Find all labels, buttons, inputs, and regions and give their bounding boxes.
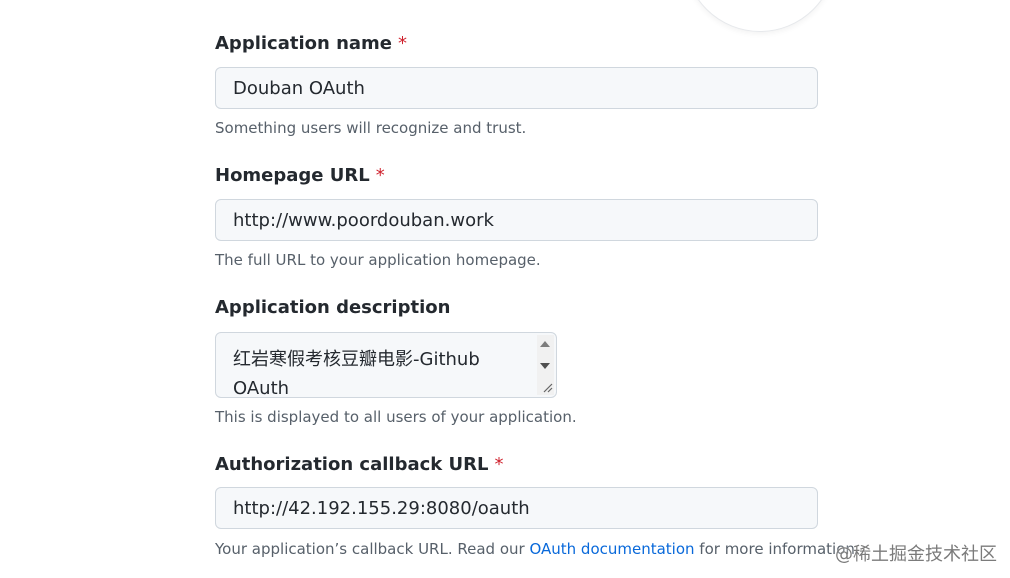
description-label-text: Application description <box>215 297 451 318</box>
description-label: Application description <box>215 297 450 318</box>
required-asterisk: * <box>494 454 504 475</box>
oauth-app-form-page: Application name* Something users will r… <box>0 0 1010 578</box>
description-hint: This is displayed to all users of your a… <box>215 408 577 426</box>
avatar-placeholder-circle <box>684 0 836 32</box>
scroll-down-icon[interactable] <box>540 363 550 369</box>
scroll-up-icon[interactable] <box>540 341 550 347</box>
homepage-url-input[interactable] <box>215 199 818 241</box>
oauth-documentation-link[interactable]: OAuth documentation <box>529 540 694 558</box>
callback-url-hint-prefix: Your application’s callback URL. Read ou… <box>215 540 530 558</box>
app-name-label-text: Application name <box>215 33 393 54</box>
callback-url-label: Authorization callback URL * <box>215 454 503 475</box>
homepage-url-label-text: Homepage URL <box>215 165 370 186</box>
homepage-url-hint: The full URL to your application homepag… <box>215 251 541 269</box>
callback-url-hint: Your application’s callback URL. Read ou… <box>215 540 860 558</box>
description-textarea[interactable]: 红岩寒假考核豆瓣电影-Github OAuth <box>215 332 557 398</box>
app-name-input[interactable] <box>215 67 818 109</box>
resize-grip-icon[interactable] <box>540 381 554 395</box>
required-asterisk: * <box>375 165 385 186</box>
homepage-url-label: Homepage URL * <box>215 165 385 186</box>
description-textarea-value: 红岩寒假考核豆瓣电影-Github OAuth <box>233 349 480 398</box>
app-name-hint: Something users will recognize and trust… <box>215 119 527 137</box>
callback-url-label-text: Authorization callback URL <box>215 454 489 475</box>
callback-url-input[interactable] <box>215 487 818 529</box>
watermark: @稀土掘金技术社区 <box>835 544 997 565</box>
app-name-label: Application name * <box>215 33 407 54</box>
required-asterisk: * <box>398 33 408 54</box>
